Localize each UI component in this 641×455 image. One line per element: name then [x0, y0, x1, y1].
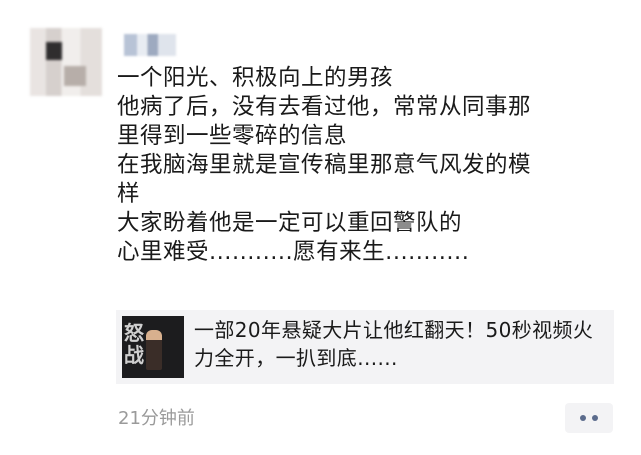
more-dots-icon: [580, 415, 586, 421]
post-line: 心里难受...........愿有来生...........: [117, 239, 470, 265]
avatar[interactable]: [30, 28, 102, 96]
post-line: 在我脑海里就是宣传稿里那意气风发的模: [117, 152, 532, 178]
nickname[interactable]: [124, 34, 176, 56]
shared-link-card[interactable]: 怒战 一部20年悬疑大片让他红翻天！50秒视频火力全开，一扒到底......: [116, 310, 614, 384]
post-line: 里得到一些零碎的信息: [117, 123, 348, 149]
post-text: 一个阳光、积极向上的男孩 他病了后，没有去看过他，常常从同事那 里得到一些零碎的…: [117, 64, 617, 267]
post-timestamp: 21分钟前: [118, 408, 195, 429]
video-thumbnail: 怒战: [122, 316, 184, 378]
post-line: 他病了后，没有去看过他，常常从同事那: [117, 94, 532, 120]
post-line: 样: [117, 181, 141, 207]
shared-link-title: 一部20年悬疑大片让他红翻天！50秒视频火力全开，一扒到底......: [194, 318, 594, 370]
person-icon: [146, 330, 162, 370]
more-button[interactable]: [565, 403, 613, 433]
more-dots-icon: [592, 415, 598, 421]
post-line: 一个阳光、积极向上的男孩: [117, 65, 394, 91]
post-line: 大家盼着他是一定可以重回警队的: [117, 210, 463, 236]
